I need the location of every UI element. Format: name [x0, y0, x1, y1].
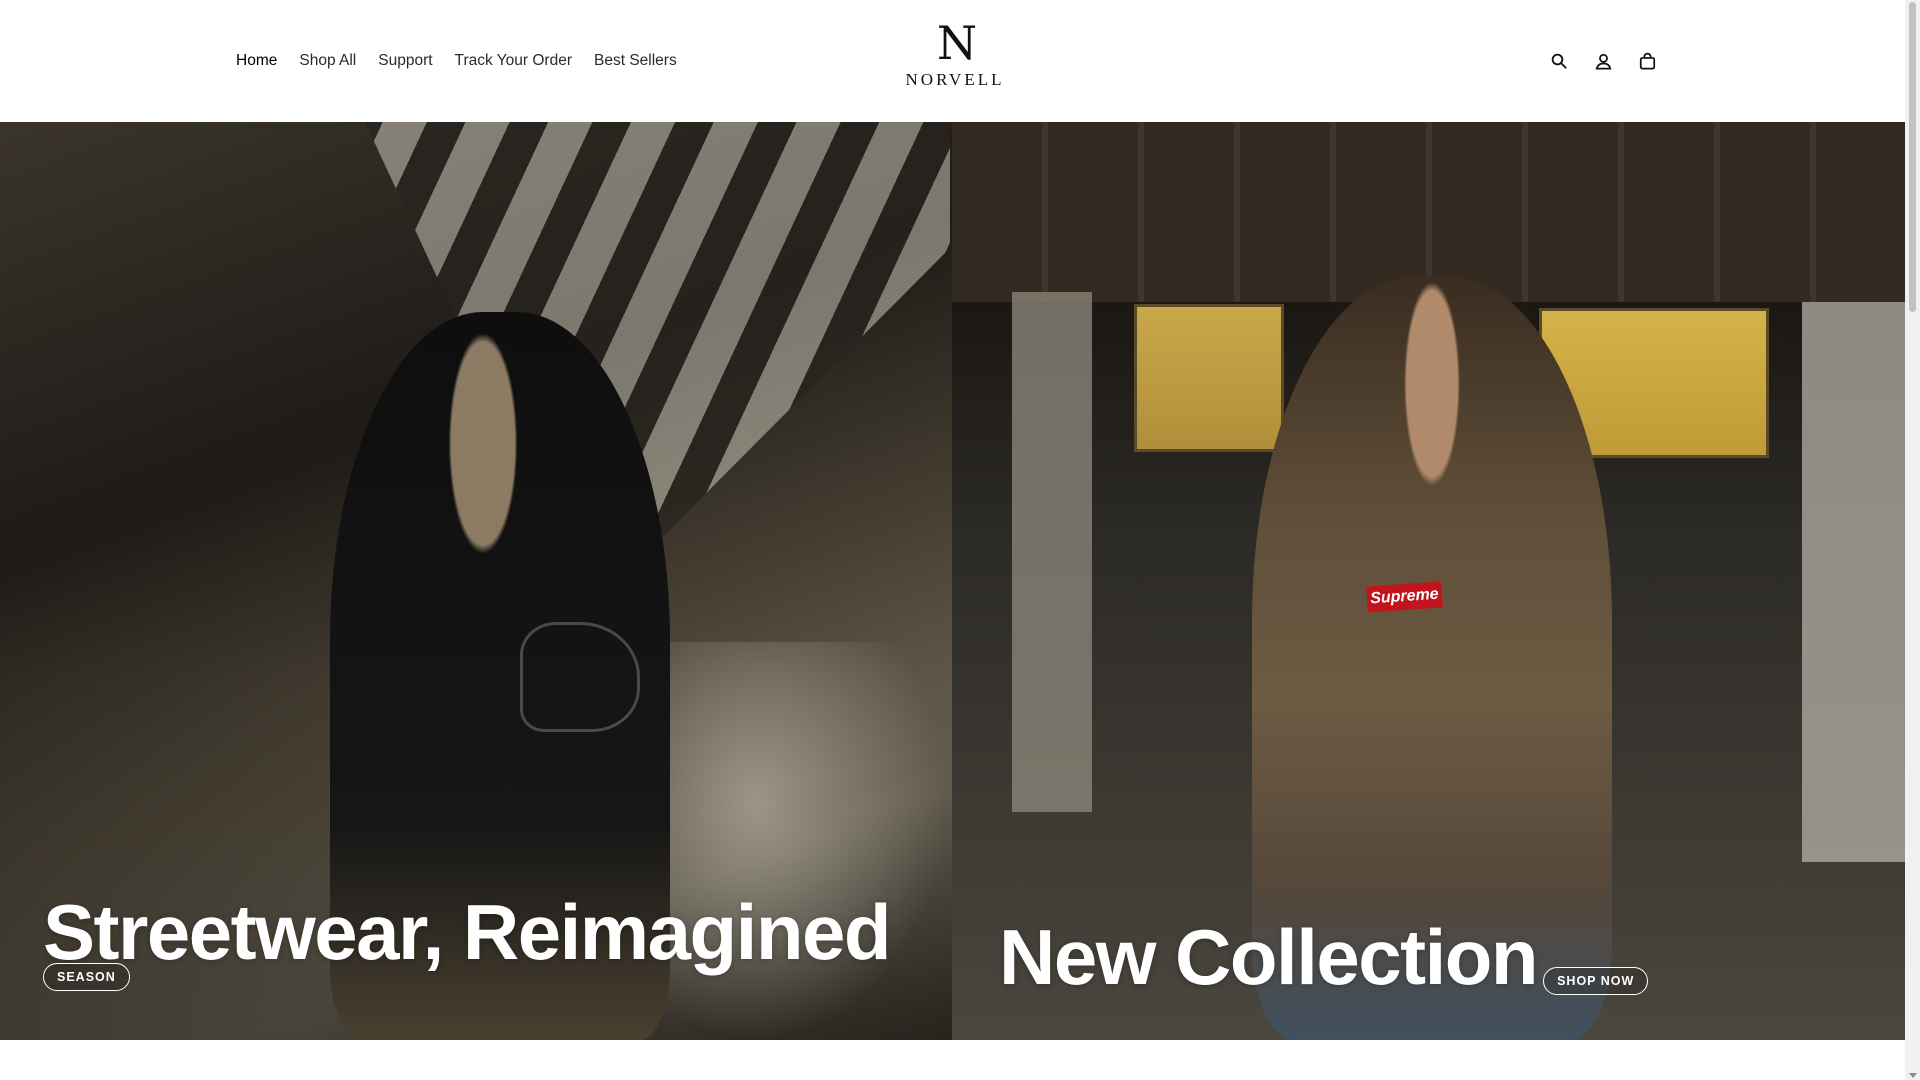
- pillar: [1012, 292, 1092, 812]
- hero-left-title: Streetwear, Reimagined: [43, 888, 892, 976]
- page-scrollbar[interactable]: [1905, 0, 1920, 1080]
- shop-now-button[interactable]: SHOP NOW: [1543, 967, 1649, 995]
- hero-left-caption: Streetwear, Reimagined: [43, 888, 892, 976]
- hero-image-terminal: Supreme: [952, 122, 1905, 1040]
- nav-home[interactable]: Home: [236, 52, 277, 70]
- cart-icon[interactable]: [1636, 50, 1658, 72]
- logo-mark: N: [936, 16, 977, 70]
- hero-section: Streetwear, Reimagined SEASON Supreme Ne…: [0, 122, 1905, 1040]
- nav-shop-all[interactable]: Shop All: [299, 52, 356, 70]
- pillar: [1802, 302, 1905, 862]
- sign-board: [1134, 304, 1284, 452]
- hero-panel-left[interactable]: Streetwear, Reimagined SEASON: [0, 122, 952, 1040]
- scrollbar-thumb[interactable]: [1909, 2, 1916, 312]
- account-icon[interactable]: [1592, 50, 1614, 72]
- season-button[interactable]: SEASON: [43, 963, 130, 991]
- hero-panel-right[interactable]: Supreme New Collection SHOP NOW: [952, 122, 1905, 1040]
- site-header: Home Shop All Support Track Your Order B…: [0, 0, 1905, 122]
- hero-right-title: New Collection: [999, 913, 1539, 1001]
- nav-track-order[interactable]: Track Your Order: [455, 52, 572, 70]
- hoodie-graphic: [520, 622, 640, 732]
- brand-logo[interactable]: N NORVELL: [900, 18, 1010, 98]
- nav-support[interactable]: Support: [378, 52, 432, 70]
- search-icon[interactable]: [1548, 50, 1570, 72]
- header-actions: [1548, 0, 1658, 122]
- logo-wordmark: NORVELL: [905, 70, 1005, 89]
- scroll-down-arrow-icon[interactable]: [1909, 1073, 1917, 1078]
- hero-right-caption: New Collection SHOP NOW: [999, 913, 1649, 1001]
- main-nav: Home Shop All Support Track Your Order B…: [236, 0, 677, 122]
- nav-best-sellers[interactable]: Best Sellers: [594, 52, 677, 70]
- ceiling: [952, 122, 1905, 302]
- hoodie-box-logo: Supreme: [1366, 581, 1443, 613]
